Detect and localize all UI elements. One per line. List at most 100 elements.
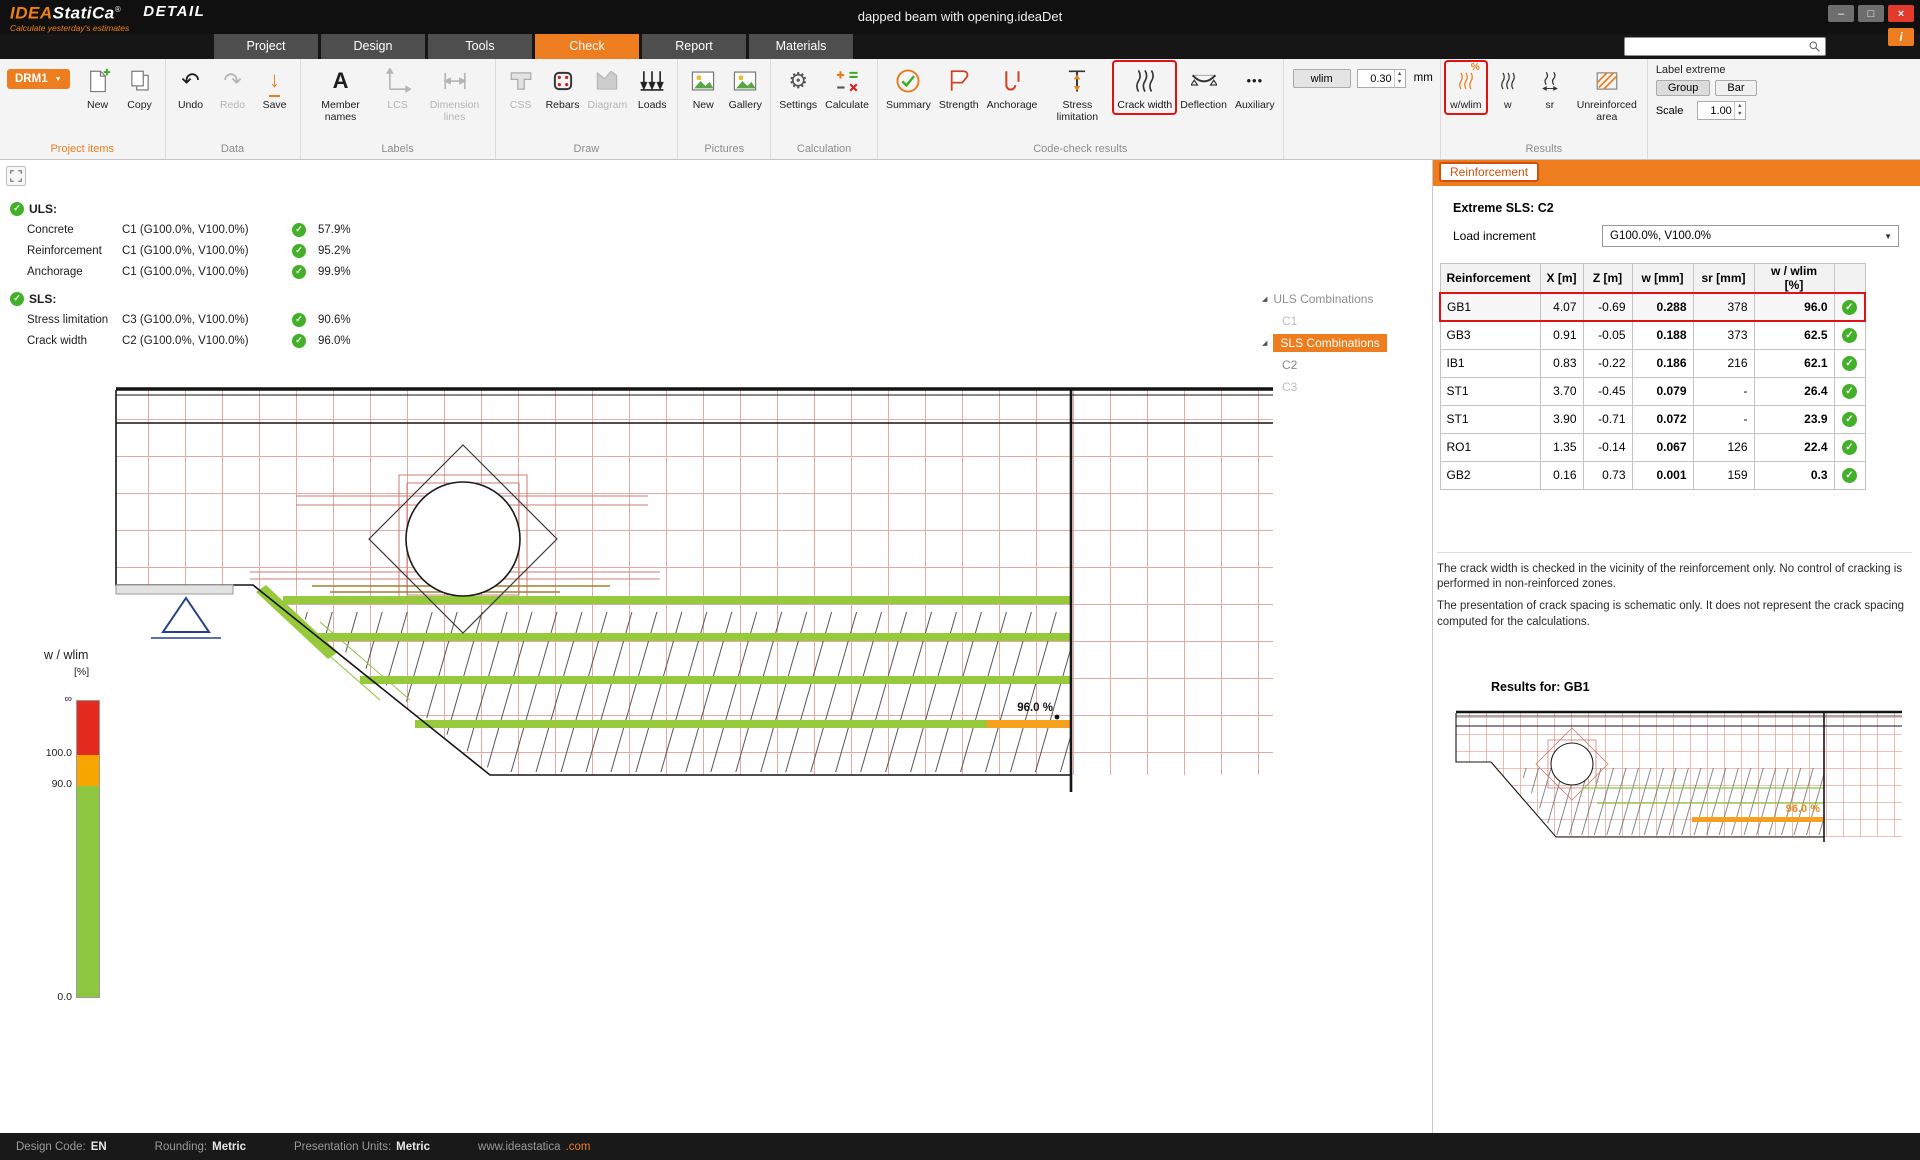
table-row[interactable]: GB30.91-0.050.18837362.5✓ bbox=[1440, 321, 1865, 349]
fit-view-button[interactable] bbox=[6, 166, 26, 186]
gallery-button[interactable]: Gallery bbox=[725, 62, 765, 113]
sls-header: SLS: bbox=[29, 292, 56, 306]
spin-down-icon: ▼ bbox=[1395, 79, 1405, 88]
check-icon: ✓ bbox=[292, 334, 306, 348]
table-row[interactable]: ST13.90-0.710.072-23.9✓ bbox=[1440, 405, 1865, 433]
table-row-gb1-extreme[interactable]: GB14.07-0.690.28837896.0✓ bbox=[1440, 293, 1865, 321]
picture-icon bbox=[690, 65, 716, 97]
tree-item-c1[interactable]: C1 bbox=[1262, 310, 1432, 332]
logo-idea-text: IDEA bbox=[10, 3, 53, 22]
maximize-button[interactable]: □ bbox=[1858, 5, 1884, 22]
table-row[interactable]: ST13.70-0.450.079-26.4✓ bbox=[1440, 377, 1865, 405]
spin-up-icon: ▲ bbox=[1395, 70, 1405, 79]
search-input[interactable] bbox=[1625, 39, 1808, 54]
website-link[interactable]: www.ideastatica.com bbox=[478, 1141, 590, 1153]
copy-project-item-button[interactable]: Copy bbox=[120, 62, 160, 113]
combinations-tree: ◢ULS Combinations C1 ◢SLS Combinations C… bbox=[1262, 288, 1432, 398]
settings-button[interactable]: ⚙Settings bbox=[776, 62, 820, 113]
tab-design[interactable]: Design bbox=[321, 34, 425, 59]
load-increment-select[interactable]: G100.0%, V100.0%▼ bbox=[1602, 225, 1899, 247]
unreinforced-area-button[interactable]: Unreinforced area bbox=[1572, 62, 1642, 125]
redo-icon: ↷ bbox=[223, 65, 241, 97]
deflection-button[interactable]: Deflection bbox=[1177, 62, 1230, 113]
group-label-labels: Labels bbox=[306, 140, 490, 159]
loads-icon bbox=[639, 65, 665, 97]
info-button[interactable]: i bbox=[1888, 28, 1914, 46]
scale-tick-infinity: ∞ bbox=[24, 693, 72, 705]
titlebar: IDEAStatiCa® Calculate yesterday's estim… bbox=[0, 0, 1920, 34]
anchorage-button[interactable]: Anchorage bbox=[984, 62, 1041, 113]
reinforcement-tab[interactable]: Reinforcement bbox=[1439, 162, 1539, 182]
scale-tick-100: 100.0 bbox=[24, 747, 72, 759]
w-button[interactable]: w bbox=[1488, 62, 1528, 113]
load-increment-label: Load increment bbox=[1453, 229, 1536, 243]
stress-limitation-button[interactable]: Stress limitation bbox=[1042, 62, 1112, 125]
wlim-spinner[interactable]: ▲▼ bbox=[1394, 70, 1405, 87]
extreme-result-bar bbox=[987, 720, 1071, 728]
check-icon: ✓ bbox=[292, 265, 306, 279]
crack-width-button[interactable]: Crack width bbox=[1114, 62, 1175, 113]
group-label-pictures: Pictures bbox=[683, 140, 765, 159]
design-code-status: Design Code:EN bbox=[16, 1141, 107, 1153]
group-label-draw: Draw bbox=[501, 140, 673, 159]
scale-spinner[interactable]: ▲▼ bbox=[1734, 102, 1745, 119]
table-row[interactable]: RO11.35-0.140.06712622.4✓ bbox=[1440, 433, 1865, 461]
redo-button[interactable]: ↷Redo bbox=[213, 62, 253, 113]
project-item-label: DRM1 bbox=[15, 73, 48, 85]
wlim-input[interactable] bbox=[1358, 70, 1394, 87]
auxiliary-button[interactable]: •••Auxiliary bbox=[1232, 62, 1278, 113]
model-canvas[interactable]: 96.0 % ✓ULS: ConcreteC1 (G100.0%, V100.0… bbox=[0, 160, 1432, 1133]
project-item-selector[interactable]: DRM1▼ bbox=[7, 69, 70, 89]
check-icon: ✓ bbox=[1842, 440, 1857, 455]
table-row[interactable]: GB20.160.730.0011590.3✓ bbox=[1440, 461, 1865, 489]
scale-input[interactable] bbox=[1698, 102, 1734, 119]
tree-uls-combinations[interactable]: ◢ULS Combinations bbox=[1262, 288, 1432, 310]
tree-sls-combinations[interactable]: ◢SLS Combinations bbox=[1262, 332, 1432, 354]
diagram-button[interactable]: Diagram bbox=[585, 62, 631, 113]
new-project-item-button[interactable]: New bbox=[78, 62, 118, 113]
undo-button[interactable]: ↶Undo bbox=[171, 62, 211, 113]
thumb-opening bbox=[1551, 743, 1593, 785]
crack-width-notes: The crack width is checked in the vicini… bbox=[1437, 552, 1912, 630]
w-wlim-button[interactable]: %w/wlim bbox=[1446, 62, 1486, 113]
wlim-toggle[interactable]: wlim bbox=[1293, 69, 1351, 88]
tab-tools[interactable]: Tools bbox=[428, 34, 532, 59]
thumb-annotation: 96.0 % bbox=[1786, 803, 1820, 815]
ribbon: DRM1▼ New Copy Project items ↶Undo ↷Redo… bbox=[0, 59, 1920, 160]
dimension-lines-button[interactable]: Dimension lines bbox=[420, 62, 490, 125]
result-thumbnail: 96.0 % bbox=[1452, 700, 1906, 852]
label-extreme-group-button[interactable]: Group bbox=[1656, 80, 1711, 96]
tab-materials[interactable]: Materials bbox=[749, 34, 853, 59]
registered-mark: ® bbox=[115, 5, 121, 14]
sr-icon bbox=[1540, 65, 1560, 97]
scale-title: w / wlim bbox=[44, 648, 88, 662]
label-extreme-bar-button[interactable]: Bar bbox=[1715, 80, 1756, 96]
minimize-button[interactable]: – bbox=[1828, 5, 1854, 22]
calculate-button[interactable]: Calculate bbox=[822, 62, 872, 113]
close-button[interactable]: × bbox=[1888, 5, 1914, 22]
lcs-button[interactable]: LCS bbox=[378, 62, 418, 113]
tab-project[interactable]: Project bbox=[214, 34, 318, 59]
check-icon: ✓ bbox=[10, 292, 24, 306]
css-button[interactable]: CSS bbox=[501, 62, 541, 113]
tree-item-c3[interactable]: C3 bbox=[1262, 376, 1432, 398]
extreme-point-marker bbox=[1055, 715, 1060, 720]
extreme-annotation: 96.0 % bbox=[1017, 702, 1053, 714]
tab-check[interactable]: Check bbox=[535, 34, 639, 59]
member-names-button[interactable]: AMember names bbox=[306, 62, 376, 125]
save-button[interactable]: ↓Save bbox=[255, 62, 295, 113]
support-icon bbox=[163, 598, 209, 632]
tab-report[interactable]: Report bbox=[642, 34, 746, 59]
new-picture-button[interactable]: New bbox=[683, 62, 723, 113]
strength-button[interactable]: Strength bbox=[936, 62, 982, 113]
tree-item-c2[interactable]: C2 bbox=[1262, 354, 1432, 376]
check-icon: ✓ bbox=[1842, 328, 1857, 343]
dots-icon: ••• bbox=[1246, 65, 1263, 97]
loads-button[interactable]: Loads bbox=[632, 62, 672, 113]
wlim-input-box: ▲▼ bbox=[1357, 69, 1406, 88]
letter-a-icon: A bbox=[333, 65, 349, 97]
sr-button[interactable]: sr bbox=[1530, 62, 1570, 113]
table-row[interactable]: IB10.83-0.220.18621662.1✓ bbox=[1440, 349, 1865, 377]
summary-button[interactable]: Summary bbox=[883, 62, 934, 113]
rebars-button[interactable]: Rebars bbox=[543, 62, 583, 113]
